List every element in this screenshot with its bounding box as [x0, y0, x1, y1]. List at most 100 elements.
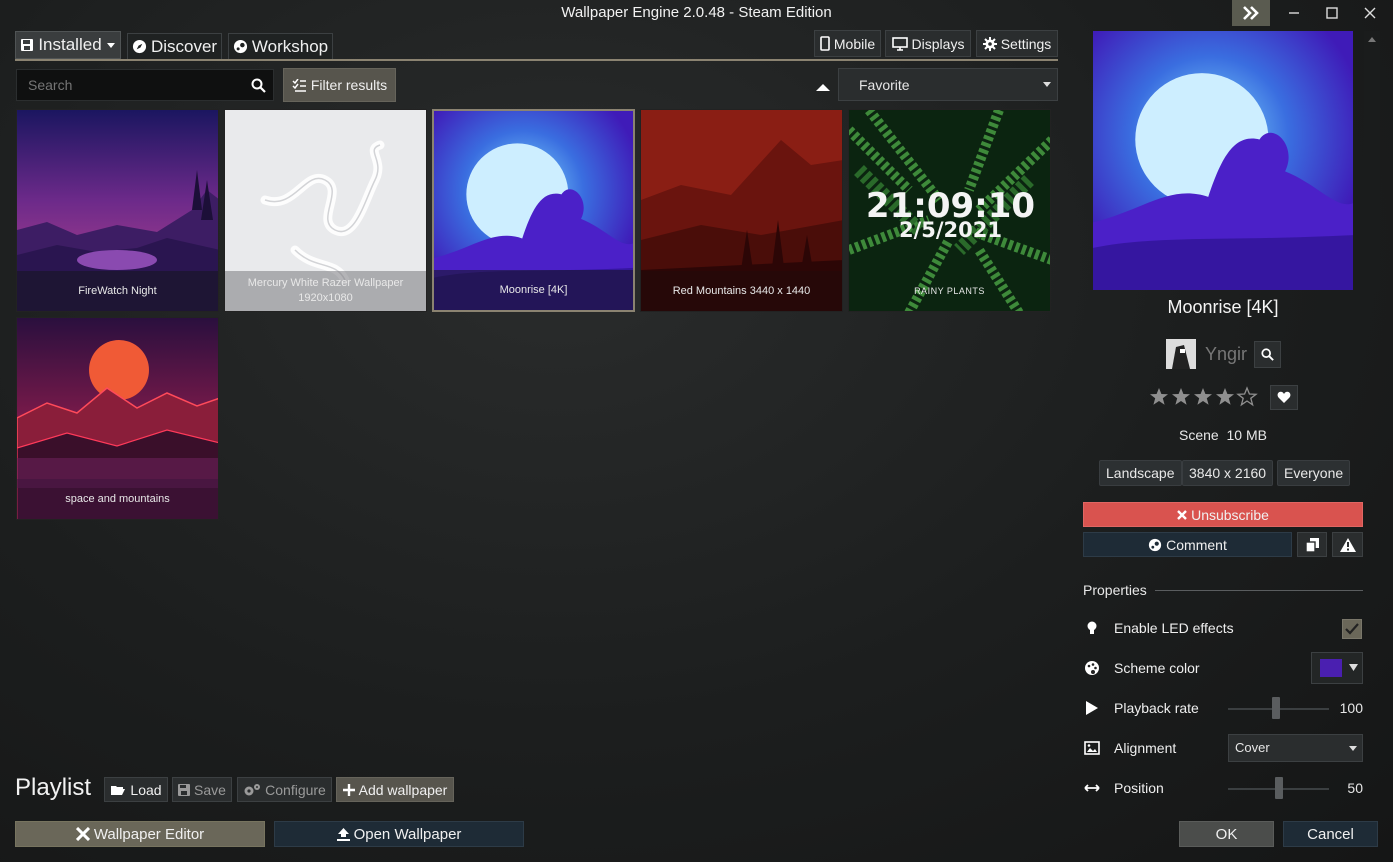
wallpaper-title: Moonrise [4K] — [499, 283, 568, 296]
preview-scrollbar[interactable] — [1364, 31, 1380, 291]
playback-rate-label: Playback rate — [1114, 700, 1199, 716]
cancel-button[interactable]: Cancel — [1283, 821, 1378, 847]
plus-icon — [342, 783, 355, 796]
ok-button[interactable]: OK — [1179, 821, 1274, 847]
wallpaper-editor-button[interactable]: Wallpaper Editor — [15, 821, 265, 847]
wallpaper-tile-red-mountains[interactable]: Red Mountains 3440 x 1440 — [640, 109, 843, 312]
ok-label: OK — [1215, 825, 1238, 843]
steam-icon — [1149, 538, 1162, 551]
tag-chip[interactable]: Landscape — [1099, 460, 1182, 486]
wallpaper-title: space and mountains — [65, 492, 170, 505]
wallpaper-tile-firewatch[interactable]: FireWatch Night — [16, 109, 219, 312]
palette-icon — [1085, 661, 1099, 675]
tab-discover[interactable]: Discover — [127, 33, 222, 60]
close-button[interactable] — [1351, 0, 1389, 26]
tools-icon — [75, 827, 90, 841]
compass-icon — [132, 39, 146, 54]
playback-rate-value: 100 — [1339, 700, 1363, 716]
tab-installed[interactable]: Installed — [15, 31, 121, 59]
playlist-title: Playlist — [15, 774, 92, 801]
caret-down-icon — [1043, 82, 1051, 87]
copy-button[interactable] — [1297, 532, 1327, 557]
wallpaper-title: Mercury White Razer Wallpaper — [247, 277, 404, 289]
led-effects-checkbox[interactable] — [1342, 619, 1362, 639]
filter-results-label: Filter results — [310, 77, 388, 93]
filter-results-button[interactable]: Filter results — [283, 68, 396, 102]
led-effects-label: Enable LED effects — [1114, 620, 1234, 636]
wallpaper-resolution: 1920x1080 — [298, 292, 353, 304]
author-search-button[interactable] — [1254, 341, 1281, 368]
wallpaper-editor-label: Wallpaper Editor — [93, 825, 205, 843]
triangle-up-icon — [816, 84, 830, 91]
close-icon — [1364, 7, 1376, 19]
save-icon — [178, 783, 191, 796]
folder-open-icon — [111, 785, 126, 795]
type-size-line: Scene 10 MB — [1093, 427, 1353, 443]
mobile-button[interactable]: Mobile — [814, 30, 881, 57]
tab-installed-label: Installed — [38, 35, 102, 54]
playlist-load-label: Load — [130, 781, 162, 798]
tab-workshop[interactable]: Workshop — [228, 33, 333, 60]
caret-down-icon — [1349, 746, 1357, 751]
playlist-save-button[interactable]: Save — [172, 777, 232, 802]
search-input[interactable] — [17, 70, 245, 100]
wallpaper-caption: space and mountains — [17, 479, 218, 519]
tag-chip[interactable]: 3840 x 2160 — [1182, 460, 1274, 486]
caret-up-icon — [1368, 37, 1376, 42]
heart-icon — [1277, 391, 1291, 403]
wallpaper-tile-razer[interactable]: Mercury White Razer Wallpaper 1920x1080 — [224, 109, 427, 312]
playlist-add-wallpaper-button[interactable]: Add wallpaper — [336, 777, 454, 802]
mobile-label: Mobile — [833, 35, 876, 52]
comment-button[interactable]: Comment — [1083, 532, 1292, 557]
minimize-button[interactable] — [1275, 0, 1313, 26]
wallpaper-caption: FireWatch Night — [17, 271, 218, 311]
position-label: Position — [1114, 780, 1164, 796]
sort-select[interactable]: Favorite — [838, 68, 1058, 101]
maximize-button[interactable] — [1313, 0, 1351, 26]
favorite-button[interactable] — [1270, 385, 1298, 410]
double-chevron-right-icon — [1243, 6, 1259, 20]
search-icon — [1261, 348, 1274, 361]
wallpaper-caption: RAINY PLANTS — [849, 271, 1050, 311]
wallpaper-title: FireWatch Night — [78, 284, 157, 297]
details-title: Moonrise [4K] — [1167, 297, 1279, 317]
tab-underline — [15, 59, 1058, 61]
collapse-panel-button[interactable] — [1232, 0, 1270, 26]
search-field — [16, 69, 274, 101]
scheme-color-picker[interactable] — [1311, 652, 1363, 684]
properties-header: Properties — [1083, 582, 1147, 598]
tag-chip[interactable]: Everyone — [1277, 460, 1351, 486]
wallpaper-title: RAINY PLANTS — [914, 285, 985, 296]
checkmark-icon — [1345, 623, 1359, 635]
playback-rate-slider-handle[interactable] — [1272, 697, 1280, 719]
sort-direction-button[interactable] — [815, 79, 831, 95]
open-wallpaper-button[interactable]: Open Wallpaper — [274, 821, 524, 847]
search-icon[interactable] — [251, 78, 266, 93]
report-button[interactable] — [1332, 532, 1363, 557]
sort-selected-value: Favorite — [859, 77, 910, 93]
cancel-label: Cancel — [1307, 825, 1354, 843]
scheme-color-label: Scheme color — [1114, 660, 1200, 676]
star-rating-icon — [1150, 386, 1258, 407]
save-icon — [21, 39, 34, 51]
displays-button[interactable]: Displays — [885, 30, 971, 57]
alignment-select[interactable]: Cover — [1228, 734, 1363, 762]
wallpaper-tile-rainy-plants[interactable]: 21:09:10 2/5/2021 RAINY PLANTS — [848, 109, 1051, 312]
wallpaper-caption: Moonrise [4K] — [434, 270, 633, 310]
steam-icon — [233, 39, 247, 54]
wallpaper-tile-space-mountains[interactable]: space and mountains — [16, 317, 219, 520]
wallpaper-caption: Red Mountains 3440 x 1440 — [641, 271, 842, 311]
avatar-image — [1166, 339, 1196, 369]
warning-icon — [1339, 537, 1356, 552]
avatar[interactable] — [1166, 339, 1196, 369]
settings-button[interactable]: Settings — [976, 30, 1058, 57]
play-icon — [1086, 701, 1098, 715]
settings-label: Settings — [1000, 35, 1052, 52]
playlist-configure-button[interactable]: Configure — [237, 777, 332, 802]
playlist-load-button[interactable]: Load — [104, 777, 168, 802]
unsubscribe-button[interactable]: Unsubscribe — [1083, 502, 1363, 527]
wallpaper-tile-moonrise-selected[interactable]: Moonrise [4K] — [432, 109, 635, 312]
author-name[interactable]: Yngir — [1205, 344, 1247, 365]
position-slider-handle[interactable] — [1275, 777, 1283, 799]
alignment-label: Alignment — [1114, 740, 1177, 756]
